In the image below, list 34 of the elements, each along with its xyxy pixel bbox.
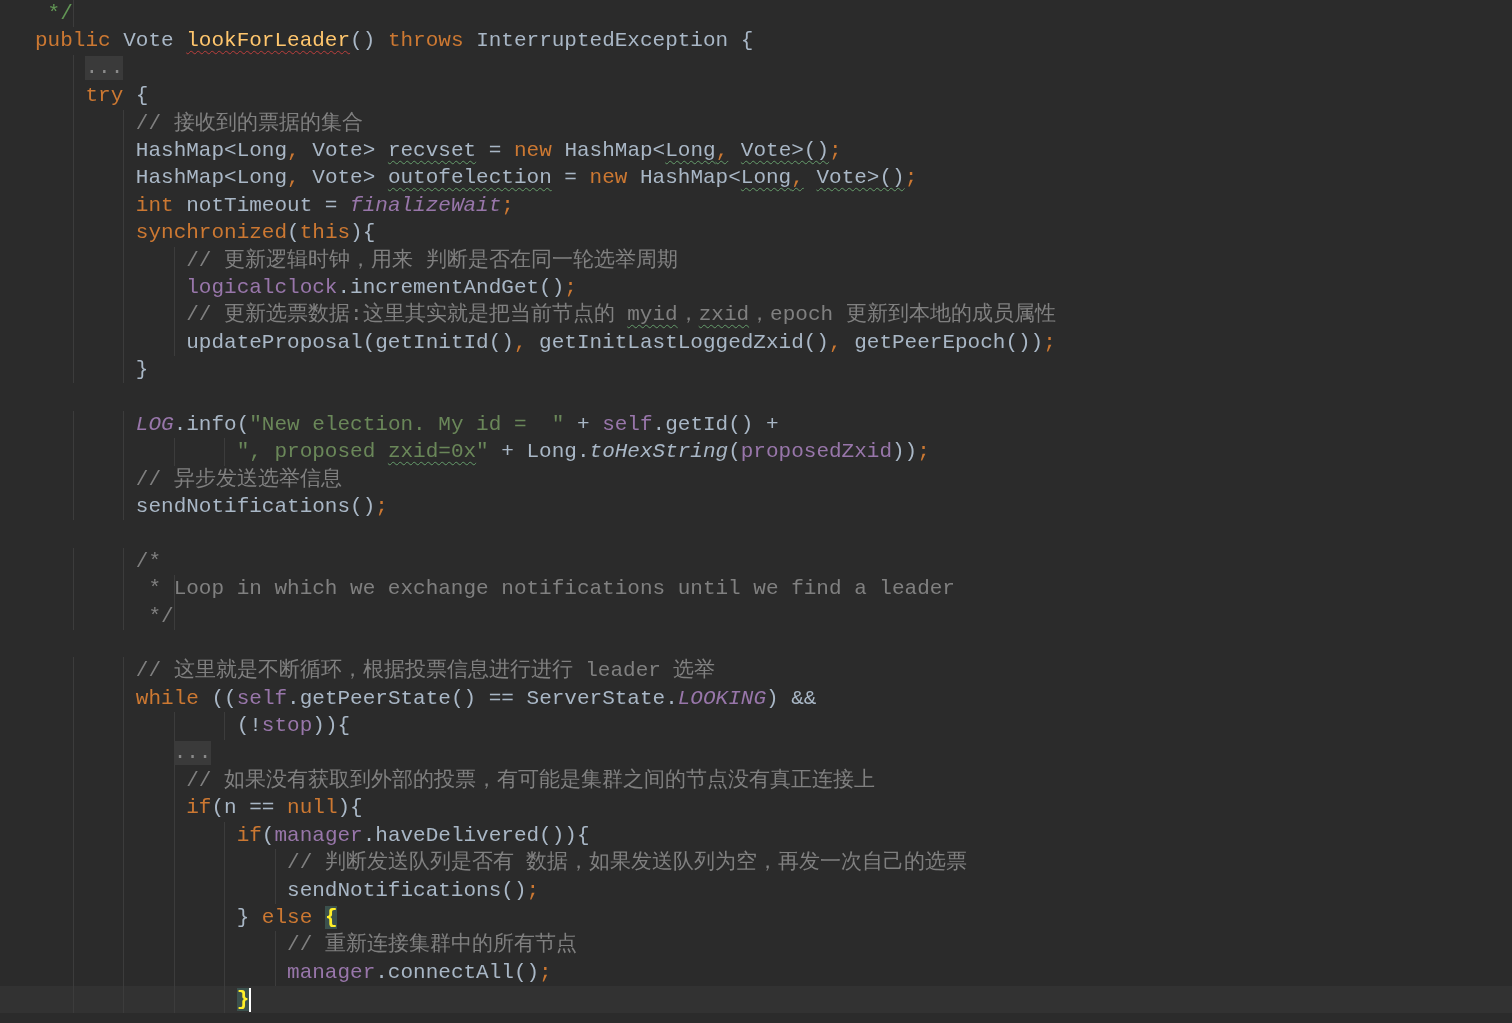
code-line: public Vote lookForLeader() throws InterruptedException { xyxy=(35,28,754,55)
code-line: // 接收到的票据的集合 xyxy=(134,110,363,137)
code-line: * Loop in which we exchange notifications until we find a leader xyxy=(147,576,955,603)
code-line: // 这里就是不断循环，根据投票信息进行进行 leader 选举 xyxy=(134,657,716,685)
code-line: // 如果没有获取到外部的投票，有可能是集群之间的节点没有真正连接上 xyxy=(185,767,876,794)
code-line: } else { xyxy=(235,904,338,931)
code-line: logicalclock.incrementAndGet(); xyxy=(185,274,577,301)
code-line: ", proposed zxid=0x" + Long.toHexString(proposedZxid)); xyxy=(235,439,930,466)
text-cursor xyxy=(249,987,252,1012)
fold-marker[interactable]: ... xyxy=(173,741,212,766)
code-line: sendNotifications(); xyxy=(286,877,540,904)
code-line: */ xyxy=(147,603,174,630)
fold-marker[interactable]: ... xyxy=(85,56,124,81)
code-line: } xyxy=(134,357,149,384)
code-line: manager.connectAll(); xyxy=(286,959,552,986)
code-line: try { xyxy=(84,83,149,110)
code-line: // 更新逻辑时钟，用来 判断是否在同一轮选举周期 xyxy=(185,247,678,274)
code-line: updateProposal(getInitId(), getInitLastLoggedZxid(), getPeerEpoch()); xyxy=(185,329,1056,356)
code-line: // 判断发送队列是否有 数据，如果发送队列为空，再发一次自己的选票 xyxy=(286,849,968,877)
code-line: // 重新连接集群中的所有节点 xyxy=(286,931,577,959)
code-line: while ((self.getPeerState() == ServerState.LOOKING) && xyxy=(134,685,817,712)
code-line: // 异步发送选举信息 xyxy=(134,466,342,493)
code-line: synchronized(this){ xyxy=(134,220,376,247)
code-line: LOG.info("New election. My id = " + self.getId() + xyxy=(134,411,779,438)
code-line: if(n == null){ xyxy=(185,795,363,822)
code-line: sendNotifications(); xyxy=(134,494,388,521)
code-line: // 更新选票数据:这里其实就是把当前节点的 myid，zxid，epoch 更新到本地的成员属性 xyxy=(185,301,1056,329)
code-line: HashMap<Long, Vote> recvset = new HashMap<Long, Vote>(); xyxy=(134,137,842,164)
code-line: /* xyxy=(134,548,162,575)
code-line: HashMap<Long, Vote> outofelection = new HashMap<Long, Vote>(); xyxy=(134,165,918,192)
code-line: (!stop)){ xyxy=(235,713,351,740)
code-line: */ xyxy=(46,1,73,27)
code-line: int notTimeout = finalizeWait; xyxy=(134,192,514,219)
code-line: if(manager.haveDelivered()){ xyxy=(235,822,590,849)
